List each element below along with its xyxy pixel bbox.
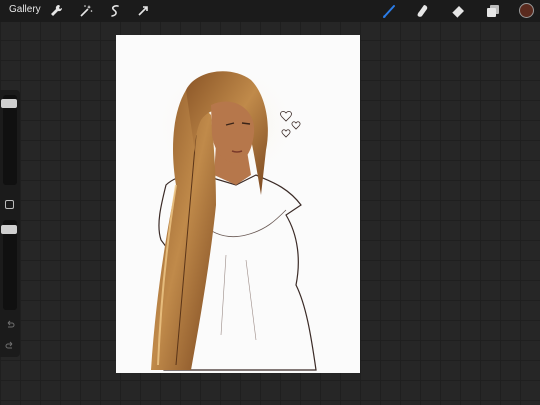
artwork: [151, 65, 317, 371]
gallery-button[interactable]: Gallery: [9, 4, 41, 15]
color-swatch[interactable]: [519, 3, 534, 18]
layers-icon[interactable]: [485, 3, 501, 19]
transform-icon[interactable]: [135, 3, 151, 19]
top-toolbar: Gallery: [0, 0, 540, 22]
eraser-icon[interactable]: [450, 3, 466, 19]
brush-size-slider[interactable]: [1, 95, 17, 185]
drawing-canvas[interactable]: [116, 35, 360, 373]
redo-icon[interactable]: [5, 338, 15, 349]
wrench-icon[interactable]: [48, 3, 64, 19]
opacity-slider[interactable]: [1, 220, 17, 310]
magic-wand-icon[interactable]: [78, 3, 94, 19]
modify-button[interactable]: [5, 200, 14, 209]
brush-icon[interactable]: [381, 3, 397, 19]
sidebar: [0, 90, 20, 357]
selection-icon[interactable]: [107, 3, 123, 19]
smudge-icon[interactable]: [415, 3, 431, 19]
undo-icon[interactable]: [5, 317, 15, 328]
brush-size-thumb[interactable]: [1, 99, 17, 108]
opacity-thumb[interactable]: [1, 225, 17, 234]
